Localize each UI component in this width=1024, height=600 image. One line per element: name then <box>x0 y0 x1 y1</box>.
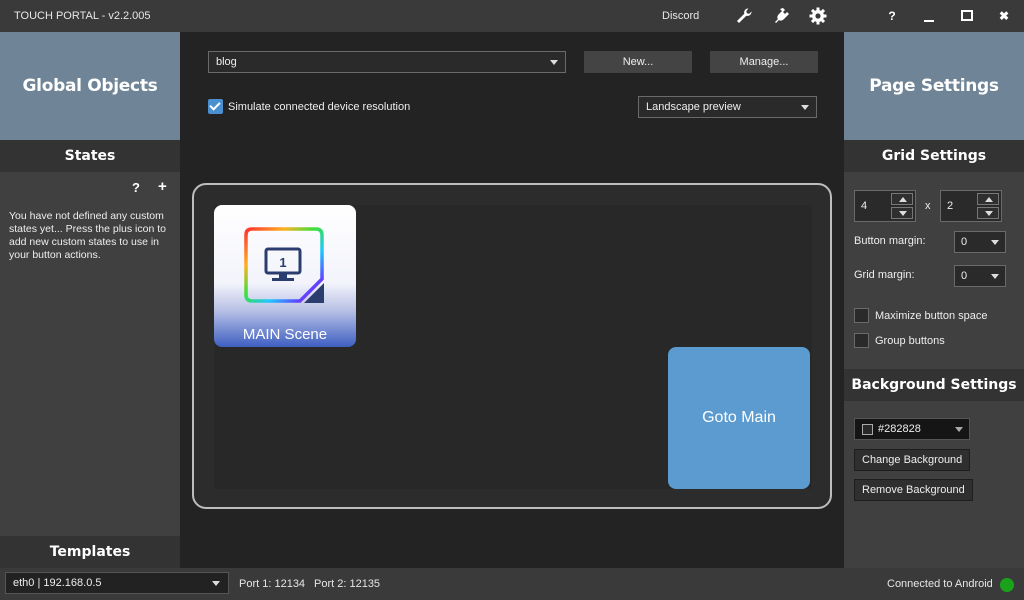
states-empty-message: You have not defined any custom states y… <box>9 210 166 261</box>
device-screen: 1 MAIN Scene Goto Main <box>214 205 812 489</box>
grid-x-label: x <box>925 200 931 212</box>
decrement-icon[interactable] <box>891 207 913 219</box>
button-goto-main[interactable]: Goto Main <box>668 347 810 489</box>
remove-background-button[interactable]: Remove Background <box>854 479 973 501</box>
button-label: Goto Main <box>702 409 776 426</box>
chevron-down-icon <box>991 240 999 245</box>
discord-link[interactable]: Discord <box>662 10 699 22</box>
templates-header[interactable]: Templates <box>0 536 180 568</box>
grid-rows-stepper[interactable]: 2 <box>940 190 1002 222</box>
background-settings-header: Background Settings <box>844 369 1024 401</box>
plug-icon[interactable] <box>771 6 791 26</box>
manage-pages-button[interactable]: Manage... <box>710 51 818 73</box>
states-toolbar: ? + <box>128 178 178 196</box>
port1-label: Port 1: 12134 <box>239 578 306 590</box>
checkbox-unchecked-icon[interactable] <box>854 333 869 348</box>
group-buttons-label: Group buttons <box>875 334 945 347</box>
right-sidebar: Page Settings Grid Settings 4 x 2 Button… <box>844 32 1024 568</box>
monitor-number: 1 <box>279 255 286 270</box>
grid-margin-label: Grid margin: <box>854 269 915 281</box>
connection-status: Connected to Android <box>887 578 993 590</box>
button-margin-select[interactable]: 0 <box>954 231 1006 253</box>
button-margin-label: Button margin: <box>854 235 926 247</box>
title-bar: TOUCH PORTAL - v2.2.005 Discord ? ✖ <box>0 0 1024 32</box>
group-buttons-checkbox[interactable]: Group buttons <box>854 333 945 348</box>
left-sidebar: Global Objects States ? + You have not d… <box>0 32 180 568</box>
device-preview: 1 MAIN Scene Goto Main <box>192 183 832 509</box>
increment-icon[interactable] <box>891 193 913 205</box>
port2-label: Port 2: 12135 <box>314 578 381 590</box>
chevron-down-icon <box>801 105 809 110</box>
button-main-scene[interactable]: 1 MAIN Scene <box>214 205 356 347</box>
states-help-icon[interactable]: ? <box>132 180 140 195</box>
page-settings-panel[interactable]: Page Settings <box>844 32 1024 140</box>
maximize-button-space-checkbox[interactable]: Maximize button space <box>854 308 988 323</box>
change-background-button[interactable]: Change Background <box>854 449 971 471</box>
chevron-down-icon <box>550 60 558 65</box>
page-select[interactable]: blog <box>208 51 566 73</box>
button-margin-value: 0 <box>961 236 968 248</box>
grid-columns-stepper[interactable]: 4 <box>854 190 916 222</box>
page-editor: blog New... Manage... Simulate connected… <box>180 32 844 568</box>
chevron-down-icon <box>991 274 999 279</box>
add-state-icon[interactable]: + <box>158 178 167 195</box>
status-bar: eth0 | 192.168.0.5 Port 1: 12134 Port 2:… <box>0 568 1024 600</box>
connection-indicator-icon <box>1000 578 1014 592</box>
wrench-icon[interactable] <box>734 6 754 26</box>
background-color-value: #282828 <box>878 423 921 435</box>
grid-margin-select[interactable]: 0 <box>954 265 1006 287</box>
chevron-down-icon <box>212 581 220 586</box>
simulate-resolution-label: Simulate connected device resolution <box>228 100 411 113</box>
simulate-resolution-checkbox[interactable]: Simulate connected device resolution <box>208 99 410 114</box>
help-button[interactable]: ? <box>881 6 903 26</box>
grid-columns-value: 4 <box>861 200 868 212</box>
grid-rows-value: 2 <box>947 200 954 212</box>
decrement-icon[interactable] <box>977 207 999 219</box>
grid-settings-header: Grid Settings <box>844 140 1024 172</box>
chevron-down-icon <box>955 427 963 432</box>
gear-icon[interactable] <box>808 6 828 26</box>
maximize-button[interactable] <box>956 6 978 26</box>
close-button[interactable]: ✖ <box>993 6 1015 26</box>
checkbox-unchecked-icon[interactable] <box>854 308 869 323</box>
maximize-button-space-label: Maximize button space <box>875 309 988 322</box>
network-interface-value: eth0 | 192.168.0.5 <box>13 577 102 589</box>
global-objects-panel[interactable]: Global Objects <box>0 32 180 140</box>
increment-icon[interactable] <box>977 193 999 205</box>
checkbox-checked-icon[interactable] <box>208 99 223 114</box>
preview-orientation-select[interactable]: Landscape preview <box>638 96 817 118</box>
minimize-button[interactable] <box>918 6 940 26</box>
states-header: States <box>0 140 180 172</box>
network-interface-select[interactable]: eth0 | 192.168.0.5 <box>5 572 229 594</box>
app-title: TOUCH PORTAL - v2.2.005 <box>14 10 151 22</box>
button-label: MAIN Scene <box>242 326 328 343</box>
preview-select-value: Landscape preview <box>646 101 741 113</box>
grid-margin-value: 0 <box>961 270 968 282</box>
monitor-icon: 1 <box>244 227 324 303</box>
background-color-picker[interactable]: #282828 <box>854 418 970 440</box>
new-page-button[interactable]: New... <box>584 51 692 73</box>
page-select-value: blog <box>216 56 237 68</box>
color-swatch <box>862 423 873 435</box>
